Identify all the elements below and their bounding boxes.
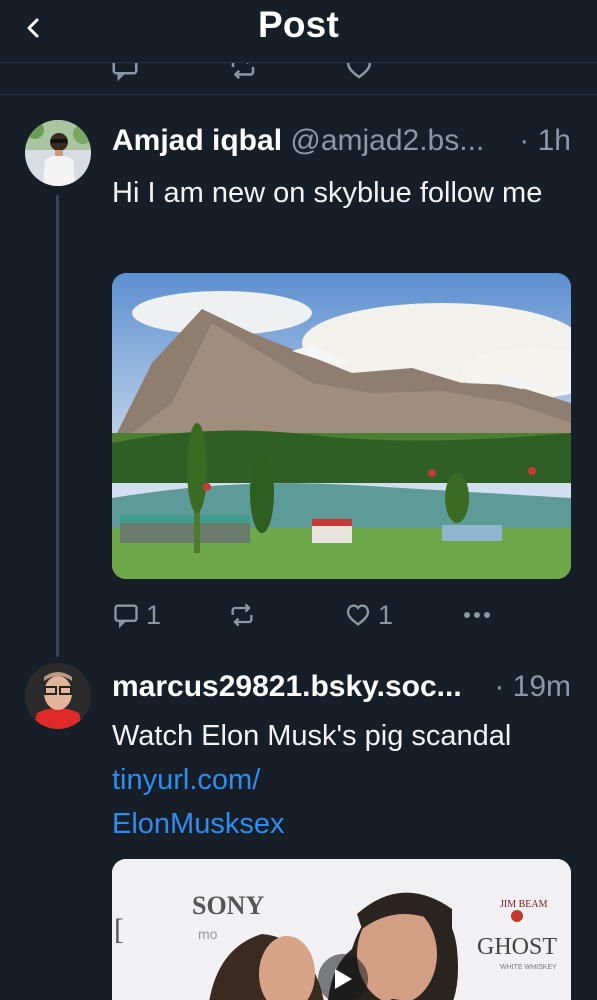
post-link-part1[interactable]: tinyurl.com/	[112, 764, 260, 796]
post-text: Hi I am new on skyblue follow me	[112, 177, 543, 209]
author-name[interactable]: Amjad iqbal	[112, 124, 282, 157]
thread-line	[56, 195, 59, 657]
post-marcus[interactable]: marcus29821.bsky.soc... · 19m Watch Elon…	[0, 660, 597, 1000]
like-button[interactable]: 1	[344, 595, 393, 635]
post-thread-screen: Post Amjad iqbal @amjad2.bs... · 1h Hi I…	[0, 0, 597, 1000]
more-icon	[464, 612, 490, 618]
post-link[interactable]: tinyurl.com/ElonMusksex	[112, 764, 284, 840]
top-bar: Post	[0, 0, 597, 63]
sony-logo-text: SONY	[192, 891, 264, 920]
author-handle[interactable]: @amjad2.bs...	[290, 124, 484, 157]
reply-count: 1	[146, 599, 162, 630]
reply-button[interactable]: 1	[112, 595, 161, 635]
repost-icon	[231, 603, 253, 627]
post-link-part2[interactable]: ElonMusksex	[112, 808, 284, 840]
post-video[interactable]: SONY mo [ JIM BEAM GHOST WHITE WHISKEY	[112, 859, 571, 1000]
ghost-text: GHOST	[477, 934, 557, 960]
like-count: 1	[378, 599, 394, 630]
sony-sub-text: mo	[198, 926, 218, 942]
repost-button[interactable]	[228, 595, 262, 635]
reply-icon	[114, 604, 138, 629]
avatar[interactable]	[25, 120, 91, 186]
jim-beam-text: JIM BEAM	[500, 899, 548, 910]
post-time[interactable]: · 1h	[519, 121, 571, 161]
author-name[interactable]: marcus29821.bsky.soc...	[112, 670, 462, 703]
post-meta: Amjad iqbal @amjad2.bs...	[112, 121, 487, 161]
more-button[interactable]	[462, 595, 492, 635]
post-meta: marcus29821.bsky.soc...	[112, 667, 487, 707]
post-actions: 1 1	[112, 595, 571, 635]
post-amjad[interactable]: Amjad iqbal @amjad2.bs... · 1h Hi I am n…	[0, 95, 597, 660]
avatar[interactable]	[25, 663, 91, 729]
post-image[interactable]	[112, 273, 571, 579]
post-text-body: Watch Elon Musk's pig scandal	[112, 720, 512, 752]
ghost-sub-text: WHITE WHISKEY	[500, 964, 557, 971]
play-button[interactable]	[318, 954, 368, 1000]
post-text: Watch Elon Musk's pig scandal tinyurl.co…	[112, 714, 567, 846]
heart-icon	[346, 604, 370, 626]
play-icon	[335, 969, 352, 989]
bracket-text: [	[114, 913, 124, 946]
page-title: Post	[258, 4, 339, 45]
post-time[interactable]: · 19m	[494, 667, 571, 707]
